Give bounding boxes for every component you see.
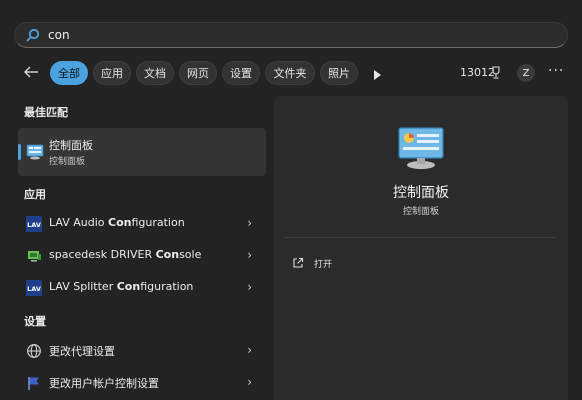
control-panel-large-icon — [397, 126, 445, 174]
app-item-lav-splitter[interactable]: LAV LAV Splitter Configuration › — [18, 274, 266, 302]
section-title-best-match: 最佳匹配 — [24, 106, 68, 119]
app-item-label: LAV Splitter Configuration — [49, 280, 194, 293]
setting-item-proxy[interactable]: 更改代理设置 › — [18, 337, 266, 365]
user-avatar[interactable]: Z — [517, 64, 535, 82]
setting-item-label: 更改代理设置 — [49, 345, 115, 358]
best-match-item[interactable]: 控制面板 控制面板 — [18, 128, 266, 176]
open-external-icon — [292, 254, 304, 273]
best-match-subtitle: 控制面板 — [49, 157, 86, 167]
preview-title: 控制面板 — [393, 185, 449, 201]
lav-icon: LAV — [26, 216, 42, 232]
filter-photos[interactable]: 照片 — [320, 61, 358, 85]
flag-icon — [26, 375, 42, 391]
more-filters-play-icon[interactable] — [372, 66, 382, 85]
lav-icon: LAV — [26, 280, 42, 296]
open-button[interactable]: 打开 — [292, 252, 412, 274]
search-input[interactable]: con — [48, 28, 70, 42]
svg-text:LAV: LAV — [27, 221, 41, 229]
control-panel-icon — [26, 144, 44, 164]
open-button-label: 打开 — [314, 259, 333, 270]
app-item-spacedesk[interactable]: spacedesk DRIVER Console › — [18, 242, 266, 270]
setting-item-label: 更改用户帐户控制设置 — [49, 377, 159, 390]
filter-bar: 全部 应用 文档 网页 设置 文件夹 照片 13012 Z ··· — [0, 60, 582, 86]
chevron-right-icon[interactable]: › — [247, 280, 252, 294]
more-options-icon[interactable]: ··· — [548, 63, 564, 79]
filter-folders[interactable]: 文件夹 — [265, 61, 315, 85]
section-title-settings: 设置 — [24, 315, 46, 328]
filter-settings[interactable]: 设置 — [222, 61, 260, 85]
filter-apps[interactable]: 应用 — [93, 61, 131, 85]
chevron-right-icon[interactable]: › — [247, 248, 252, 262]
rewards-trophy-icon[interactable] — [490, 65, 502, 84]
filter-documents[interactable]: 文档 — [136, 61, 174, 85]
selection-indicator — [18, 144, 21, 160]
globe-icon — [26, 343, 42, 359]
app-item-lav-audio[interactable]: LAV LAV Audio Configuration › — [18, 210, 266, 238]
best-match-title: 控制面板 — [49, 139, 93, 152]
filter-web[interactable]: 网页 — [179, 61, 217, 85]
preview-panel: 控制面板 控制面板 打开 — [274, 96, 568, 400]
filter-all[interactable]: 全部 — [50, 61, 88, 85]
search-box[interactable]: con — [14, 22, 568, 48]
section-title-apps: 应用 — [24, 188, 46, 201]
chevron-right-icon[interactable]: › — [247, 216, 252, 230]
back-arrow-icon[interactable] — [22, 64, 42, 82]
chevron-right-icon[interactable]: › — [247, 343, 252, 357]
app-item-label: spacedesk DRIVER Console — [49, 248, 202, 261]
spacedesk-icon — [26, 248, 42, 264]
search-icon — [25, 27, 41, 43]
preview-subtitle: 控制面板 — [402, 207, 439, 217]
setting-item-uac[interactable]: 更改用户帐户控制设置 › — [18, 369, 266, 397]
app-item-label: LAV Audio Configuration — [49, 216, 185, 229]
preview-divider — [284, 237, 556, 238]
svg-text:LAV: LAV — [27, 285, 41, 293]
chevron-right-icon[interactable]: › — [247, 375, 252, 389]
